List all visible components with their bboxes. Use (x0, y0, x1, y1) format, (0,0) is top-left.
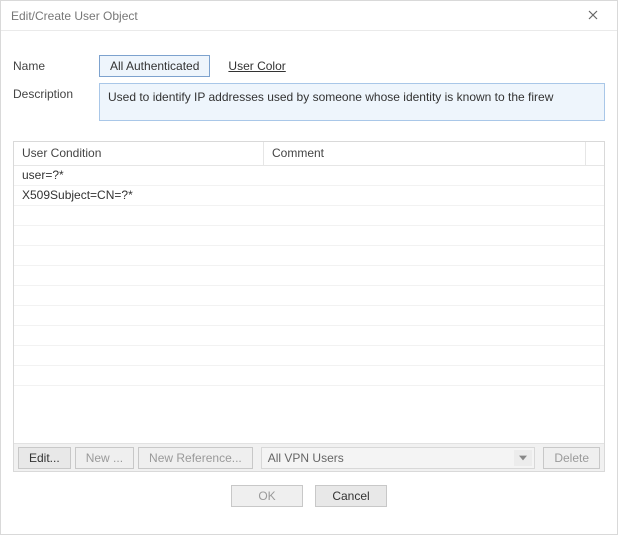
table-row[interactable] (14, 346, 604, 366)
table-row[interactable] (14, 366, 604, 386)
cell-comment (264, 326, 604, 345)
cell-comment (264, 366, 604, 385)
description-input[interactable]: Used to identify IP addresses used by so… (99, 83, 605, 121)
edit-button[interactable]: Edit... (18, 447, 71, 469)
table-row[interactable]: X509Subject=CN=?* (14, 186, 604, 206)
cell-condition (14, 206, 264, 225)
cell-condition (14, 226, 264, 245)
cell-condition (14, 326, 264, 345)
table-row[interactable] (14, 246, 604, 266)
cell-comment (264, 346, 604, 365)
cancel-button[interactable]: Cancel (315, 485, 387, 507)
table-row[interactable]: user=?* (14, 166, 604, 186)
cell-comment (264, 286, 604, 305)
chevron-down-icon (514, 450, 532, 466)
cell-comment (264, 226, 604, 245)
user-color-link[interactable]: User Color (228, 55, 285, 73)
cell-condition (14, 306, 264, 325)
description-row: Description Used to identify IP addresse… (13, 83, 605, 121)
cell-condition (14, 286, 264, 305)
ok-button[interactable]: OK (231, 485, 303, 507)
table-row[interactable] (14, 206, 604, 226)
new-button[interactable]: New ... (75, 447, 134, 469)
content: Name All Authenticated User Color Descri… (1, 31, 617, 534)
conditions-table: User Condition Comment user=?*X509Subjec… (13, 141, 605, 472)
table-row[interactable] (14, 326, 604, 346)
cell-condition: X509Subject=CN=?* (14, 186, 264, 205)
new-reference-button[interactable]: New Reference... (138, 447, 253, 469)
titlebar: Edit/Create User Object (1, 1, 617, 31)
description-label: Description (13, 83, 99, 101)
name-input[interactable]: All Authenticated (99, 55, 210, 77)
cell-comment (264, 266, 604, 285)
dialog: Edit/Create User Object Name All Authent… (0, 0, 618, 535)
table-body[interactable]: user=?*X509Subject=CN=?* (14, 166, 604, 443)
cell-condition (14, 366, 264, 385)
name-row: Name All Authenticated User Color (13, 55, 605, 77)
name-label: Name (13, 55, 99, 73)
reference-select-wrap: All VPN Users (261, 447, 536, 469)
close-icon (588, 9, 598, 23)
dialog-footer: OK Cancel (13, 472, 605, 520)
col-user-condition[interactable]: User Condition (14, 142, 264, 165)
cell-comment (264, 166, 604, 185)
table-toolbar: Edit... New ... New Reference... All VPN… (14, 443, 604, 471)
table-row[interactable] (14, 286, 604, 306)
reference-select[interactable]: All VPN Users (261, 447, 536, 469)
cell-comment (264, 306, 604, 325)
col-comment[interactable]: Comment (264, 142, 586, 165)
table-header: User Condition Comment (14, 142, 604, 166)
cell-comment (264, 246, 604, 265)
cell-condition (14, 346, 264, 365)
cell-comment (264, 186, 604, 205)
table-row[interactable] (14, 306, 604, 326)
table-row[interactable] (14, 266, 604, 286)
delete-button[interactable]: Delete (543, 447, 600, 469)
window-title: Edit/Create User Object (11, 9, 577, 23)
close-button[interactable] (577, 4, 609, 28)
cell-condition (14, 266, 264, 285)
cell-condition: user=?* (14, 166, 264, 185)
cell-condition (14, 246, 264, 265)
cell-comment (264, 206, 604, 225)
col-spacer (586, 142, 604, 165)
reference-select-value: All VPN Users (268, 451, 344, 465)
table-row[interactable] (14, 226, 604, 246)
